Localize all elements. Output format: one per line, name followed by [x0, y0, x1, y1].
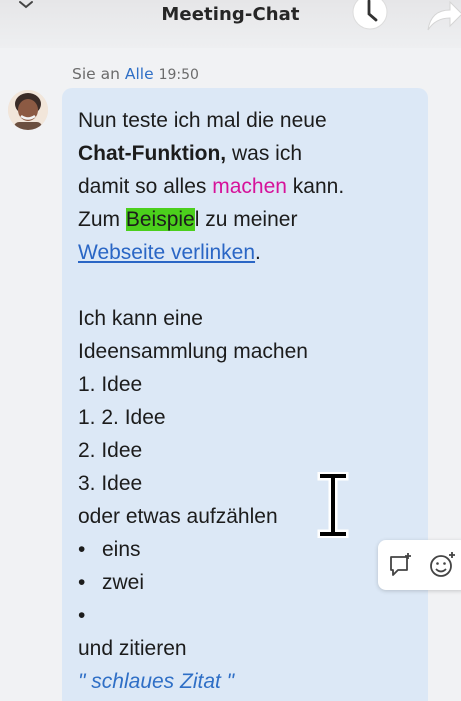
website-link[interactable]: Webseite verlinken: [78, 241, 255, 264]
text-line: Webseite verlinken.: [78, 241, 261, 264]
highlighted-text: Beispie: [125, 208, 195, 231]
text-cursor-icon: [317, 472, 349, 538]
list-item: 3. Idee: [78, 472, 143, 495]
list-item: 1. 2. Idee: [78, 406, 166, 429]
bold-text: Chat-Funktion,: [78, 142, 227, 165]
text-line: und zitieren: [78, 637, 187, 660]
reply-bubble-icon[interactable]: [388, 552, 414, 578]
message-time: 19:50: [158, 67, 199, 83]
avatar-image: [8, 90, 48, 130]
quote-text: " schlaues Zitat ": [78, 670, 235, 693]
text-line: Ich kann eine: [78, 307, 203, 330]
clock-icon[interactable]: [345, 0, 395, 36]
list-item: 2. Idee: [78, 439, 143, 462]
chat-header: Meeting-Chat: [0, 0, 461, 48]
bullet-item: •: [78, 604, 86, 627]
text-line: oder etwas aufzählen: [78, 505, 278, 528]
text-line: Ideensammlung machen: [78, 340, 308, 363]
add-reaction-icon[interactable]: [428, 550, 458, 580]
message-meta: Sie an Alle 19:50: [72, 65, 199, 83]
quote-line: " schlaues Zitat ": [78, 665, 428, 698]
bullet-item: • eins: [78, 538, 141, 561]
recipient-link[interactable]: Alle: [125, 65, 154, 83]
text-line: Zum Beispiel zu meiner: [78, 208, 298, 231]
colored-text: machen: [212, 175, 287, 198]
list-item: 1. Idee: [78, 373, 143, 396]
text-line: damit so alles machen kann.: [78, 175, 345, 198]
message-text: Nun teste ich mal die neue Chat-Funktion…: [78, 104, 428, 698]
share-arrow-icon[interactable]: [418, 0, 461, 38]
bullet-item: • zwei: [78, 571, 145, 594]
sender-label: Sie an: [72, 65, 120, 83]
avatar[interactable]: [8, 90, 48, 130]
text-line: Chat-Funktion, was ich: [78, 142, 302, 165]
text-line: Nun teste ich mal die neue: [78, 109, 327, 132]
